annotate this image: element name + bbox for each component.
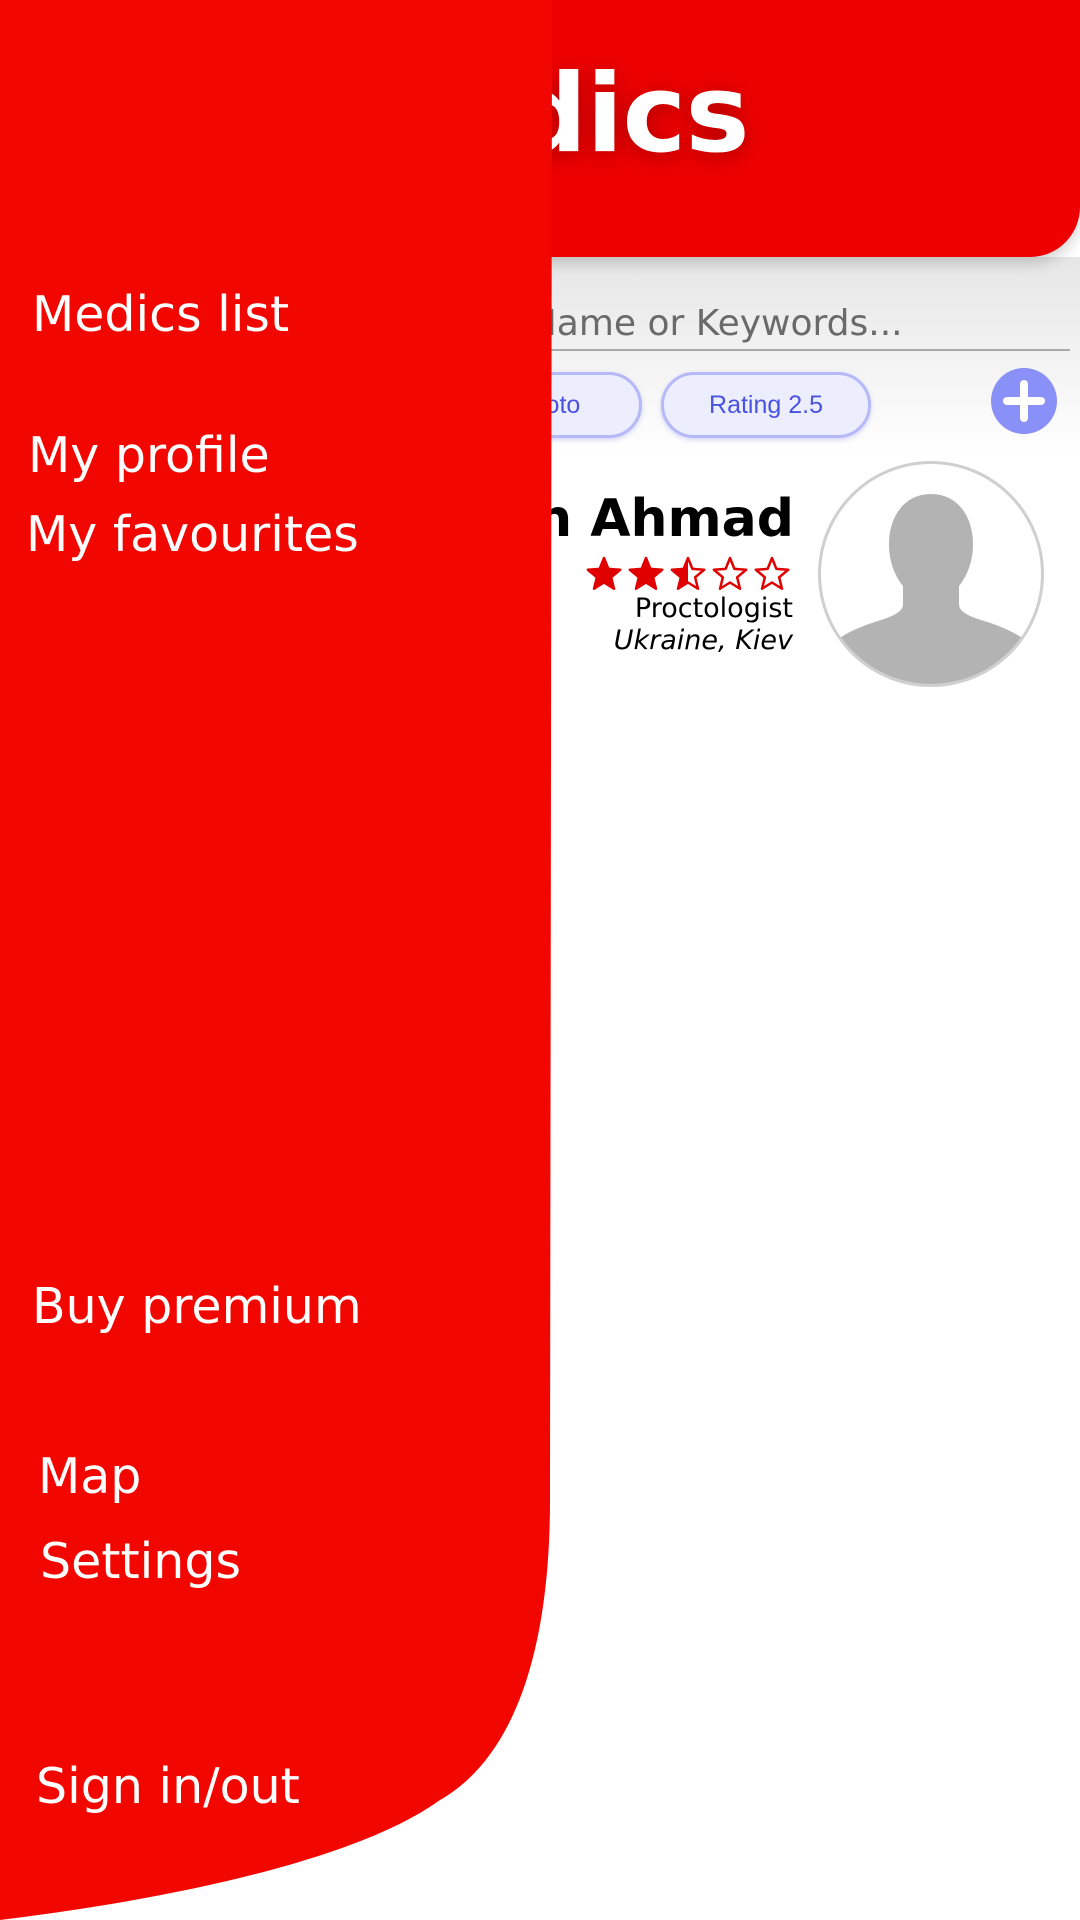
- drawer-item-settings[interactable]: Settings: [40, 1533, 241, 1590]
- medic-name: n Ahmad: [535, 489, 794, 549]
- drawer-item-my-favourites[interactable]: My favourites: [26, 506, 359, 563]
- medic-specialty: Proctologist: [634, 593, 793, 624]
- star-icon: [712, 556, 748, 590]
- drawer-item-buy-premium[interactable]: Buy premium: [32, 1278, 362, 1335]
- plus-icon: [1003, 380, 1045, 422]
- avatar: [818, 461, 1044, 687]
- navigation-drawer: Medics list My profile My favourites Buy…: [0, 0, 560, 1920]
- drawer-item-sign-in-out[interactable]: Sign in/out: [36, 1758, 300, 1815]
- star-filled-icon: [587, 558, 621, 589]
- filter-chip-label: Rating 2.5: [709, 390, 823, 419]
- drawer-item-medics-list[interactable]: Medics list: [32, 286, 289, 343]
- drawer-item-my-profile[interactable]: My profile: [28, 427, 270, 484]
- rating-stars: [586, 556, 794, 592]
- filter-chip-rating[interactable]: Rating 2.5: [661, 372, 871, 438]
- star-filled-icon: [629, 558, 663, 589]
- star-icon: [754, 556, 790, 590]
- person-silhouette-icon: [835, 494, 1027, 684]
- add-filter-button[interactable]: [991, 368, 1057, 434]
- drawer-item-map[interactable]: Map: [38, 1448, 141, 1505]
- medic-location: Ukraine, Kiev: [613, 625, 793, 656]
